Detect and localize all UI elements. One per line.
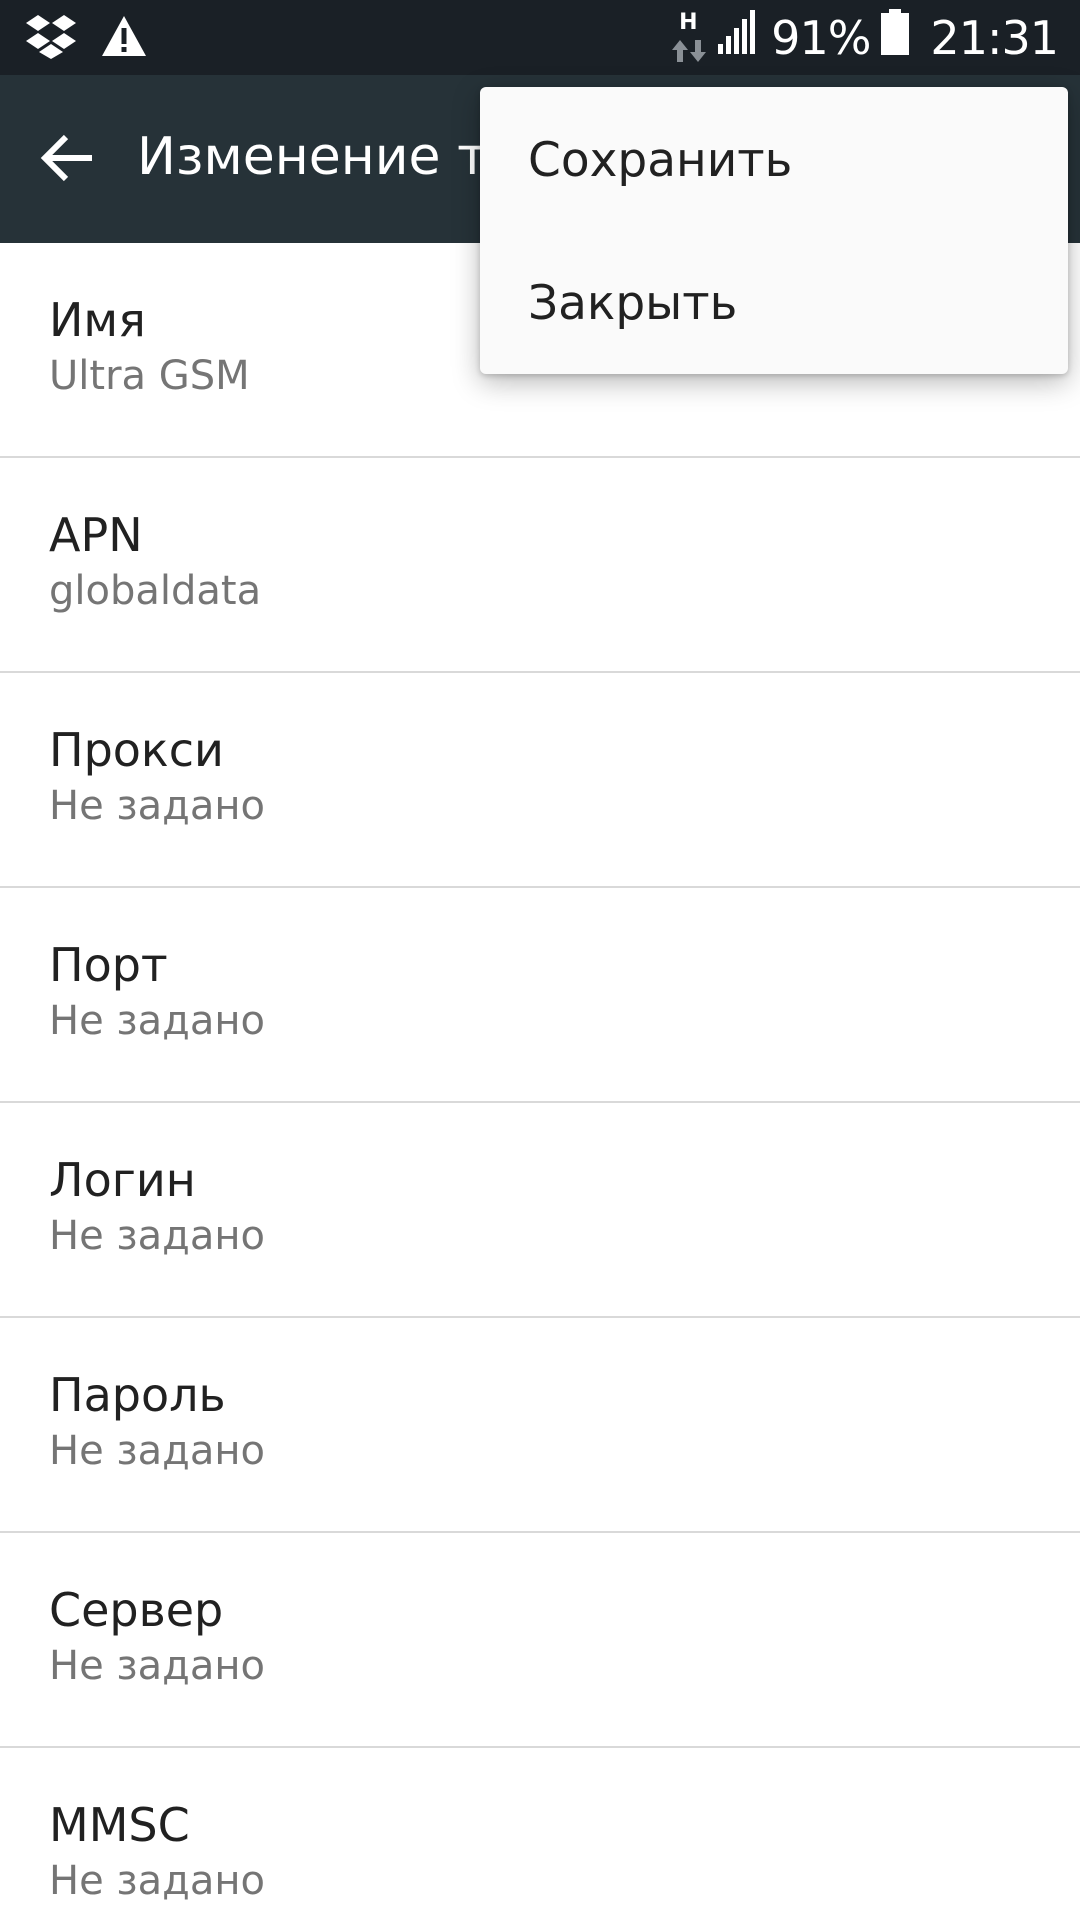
field-password[interactable]: Пароль Не задано (0, 1318, 1080, 1533)
field-label: Прокси (49, 723, 224, 777)
field-mmsc[interactable]: MMSC Не задано (0, 1748, 1080, 1920)
field-label: Пароль (49, 1368, 226, 1422)
menu-item-label: Сохранить (528, 133, 793, 188)
signal-icon (717, 10, 757, 65)
field-proxy[interactable]: Прокси Не задано (0, 673, 1080, 888)
menu-item-close[interactable]: Закрыть (480, 230, 1068, 373)
field-login[interactable]: Логин Не задано (0, 1103, 1080, 1318)
field-value: Не задано (49, 998, 265, 1044)
field-value: globaldata (49, 568, 262, 614)
apn-fields-list: Имя Ultra GSM APN globaldata Прокси Не з… (0, 243, 1080, 1920)
field-label: Сервер (49, 1583, 224, 1637)
network-type-icon: H (671, 10, 707, 66)
field-value: Не задано (49, 783, 265, 829)
status-bar: H 91% 21:31 (0, 0, 1080, 75)
field-value: Не задано (49, 1858, 265, 1904)
menu-item-save[interactable]: Сохранить (480, 87, 1068, 230)
field-label: MMSC (49, 1798, 190, 1852)
battery-percent: 91% (771, 10, 871, 65)
field-label: Имя (49, 293, 146, 347)
dropbox-icon (26, 13, 76, 63)
field-label: Порт (49, 938, 168, 992)
clock: 21:31 (930, 10, 1059, 65)
back-button[interactable] (30, 123, 104, 197)
field-server[interactable]: Сервер Не задано (0, 1533, 1080, 1748)
field-label: Логин (49, 1153, 196, 1207)
field-apn[interactable]: APN globaldata (0, 458, 1080, 673)
field-value: Ultra GSM (49, 353, 250, 399)
field-label: APN (49, 508, 143, 562)
warning-icon (100, 14, 148, 62)
field-value: Не задано (49, 1213, 265, 1259)
field-port[interactable]: Порт Не задано (0, 888, 1080, 1103)
system-status: H 91% 21:31 (671, 0, 1059, 75)
menu-item-label: Закрыть (528, 276, 738, 331)
field-value: Не задано (49, 1643, 265, 1689)
notification-icons (26, 10, 148, 66)
apn-edit-screen: H 91% 21:31 Изменение Имя Ultra GSM APN … (0, 0, 1080, 1920)
battery-icon (880, 9, 910, 66)
field-value: Не задано (49, 1428, 265, 1474)
arrow-back-icon (40, 134, 94, 186)
overflow-menu: Сохранить Закрыть (480, 87, 1068, 374)
